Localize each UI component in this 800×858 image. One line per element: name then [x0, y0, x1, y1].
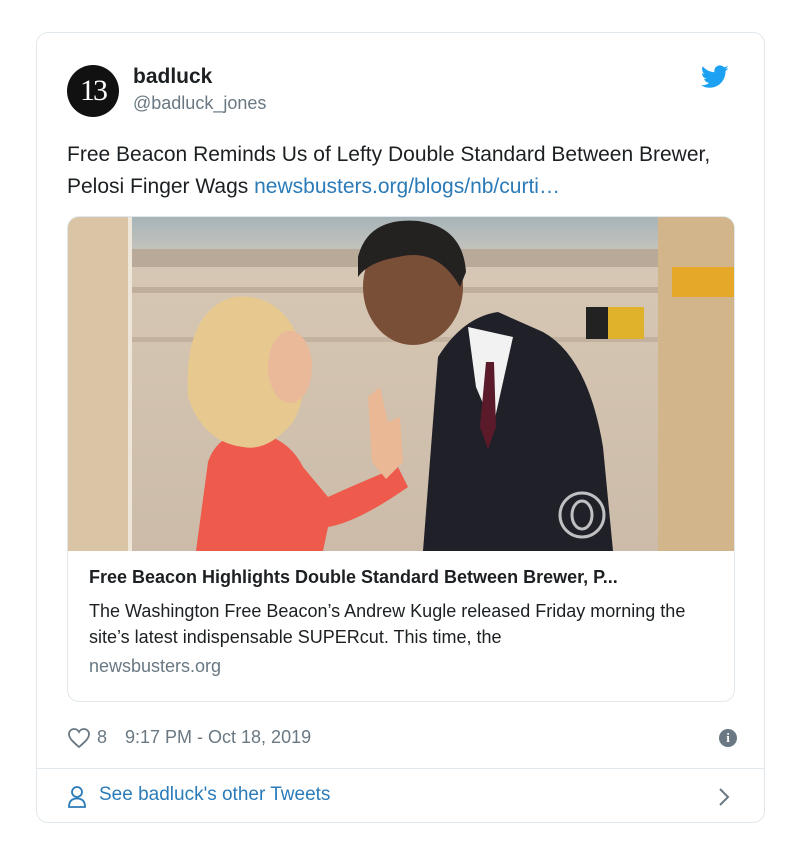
link-preview-description: The Washington Free Beacon’s Andrew Kugl… — [89, 601, 686, 647]
heart-icon[interactable] — [67, 727, 91, 749]
tweet-timestamp[interactable]: 9:17 PM - Oct 18, 2019 — [125, 727, 311, 748]
tweet-meta: 8 9:17 PM - Oct 18, 2019 i — [67, 725, 737, 751]
like-count[interactable]: 8 — [97, 727, 107, 748]
tweet-text: Free Beacon Reminds Us of Lefty Double S… — [67, 139, 727, 203]
person-icon — [68, 786, 86, 808]
see-other-tweets-link[interactable]: See badluck's other Tweets — [67, 782, 735, 810]
avatar[interactable]: 13 — [67, 65, 119, 117]
user-name[interactable]: badluck — [133, 65, 212, 89]
link-preview-text: Free Beacon Highlights Double Standard B… — [89, 567, 719, 677]
twitter-bird-icon[interactable] — [701, 65, 729, 89]
link-preview-domain: newsbusters.org — [89, 656, 222, 676]
link-preview-image[interactable] — [68, 217, 734, 551]
info-icon[interactable]: i — [719, 729, 737, 747]
user-handle[interactable]: @badluck_jones — [133, 93, 266, 114]
see-other-tweets-label[interactable]: See badluck's other Tweets — [99, 784, 330, 806]
link-preview-card[interactable]: Free Beacon Highlights Double Standard B… — [67, 216, 735, 702]
link-preview-title[interactable]: Free Beacon Highlights Double Standard B… — [89, 567, 719, 588]
chevron-right-icon[interactable] — [717, 786, 731, 808]
tweet-link[interactable]: newsbusters.org/blogs/nb/curti… — [254, 175, 560, 198]
divider — [37, 768, 764, 769]
tweet-header: 13 badluck @badluck_jones — [67, 63, 729, 119]
tweet-card[interactable]: 13 badluck @badluck_jones Free Beacon Re… — [36, 32, 765, 823]
